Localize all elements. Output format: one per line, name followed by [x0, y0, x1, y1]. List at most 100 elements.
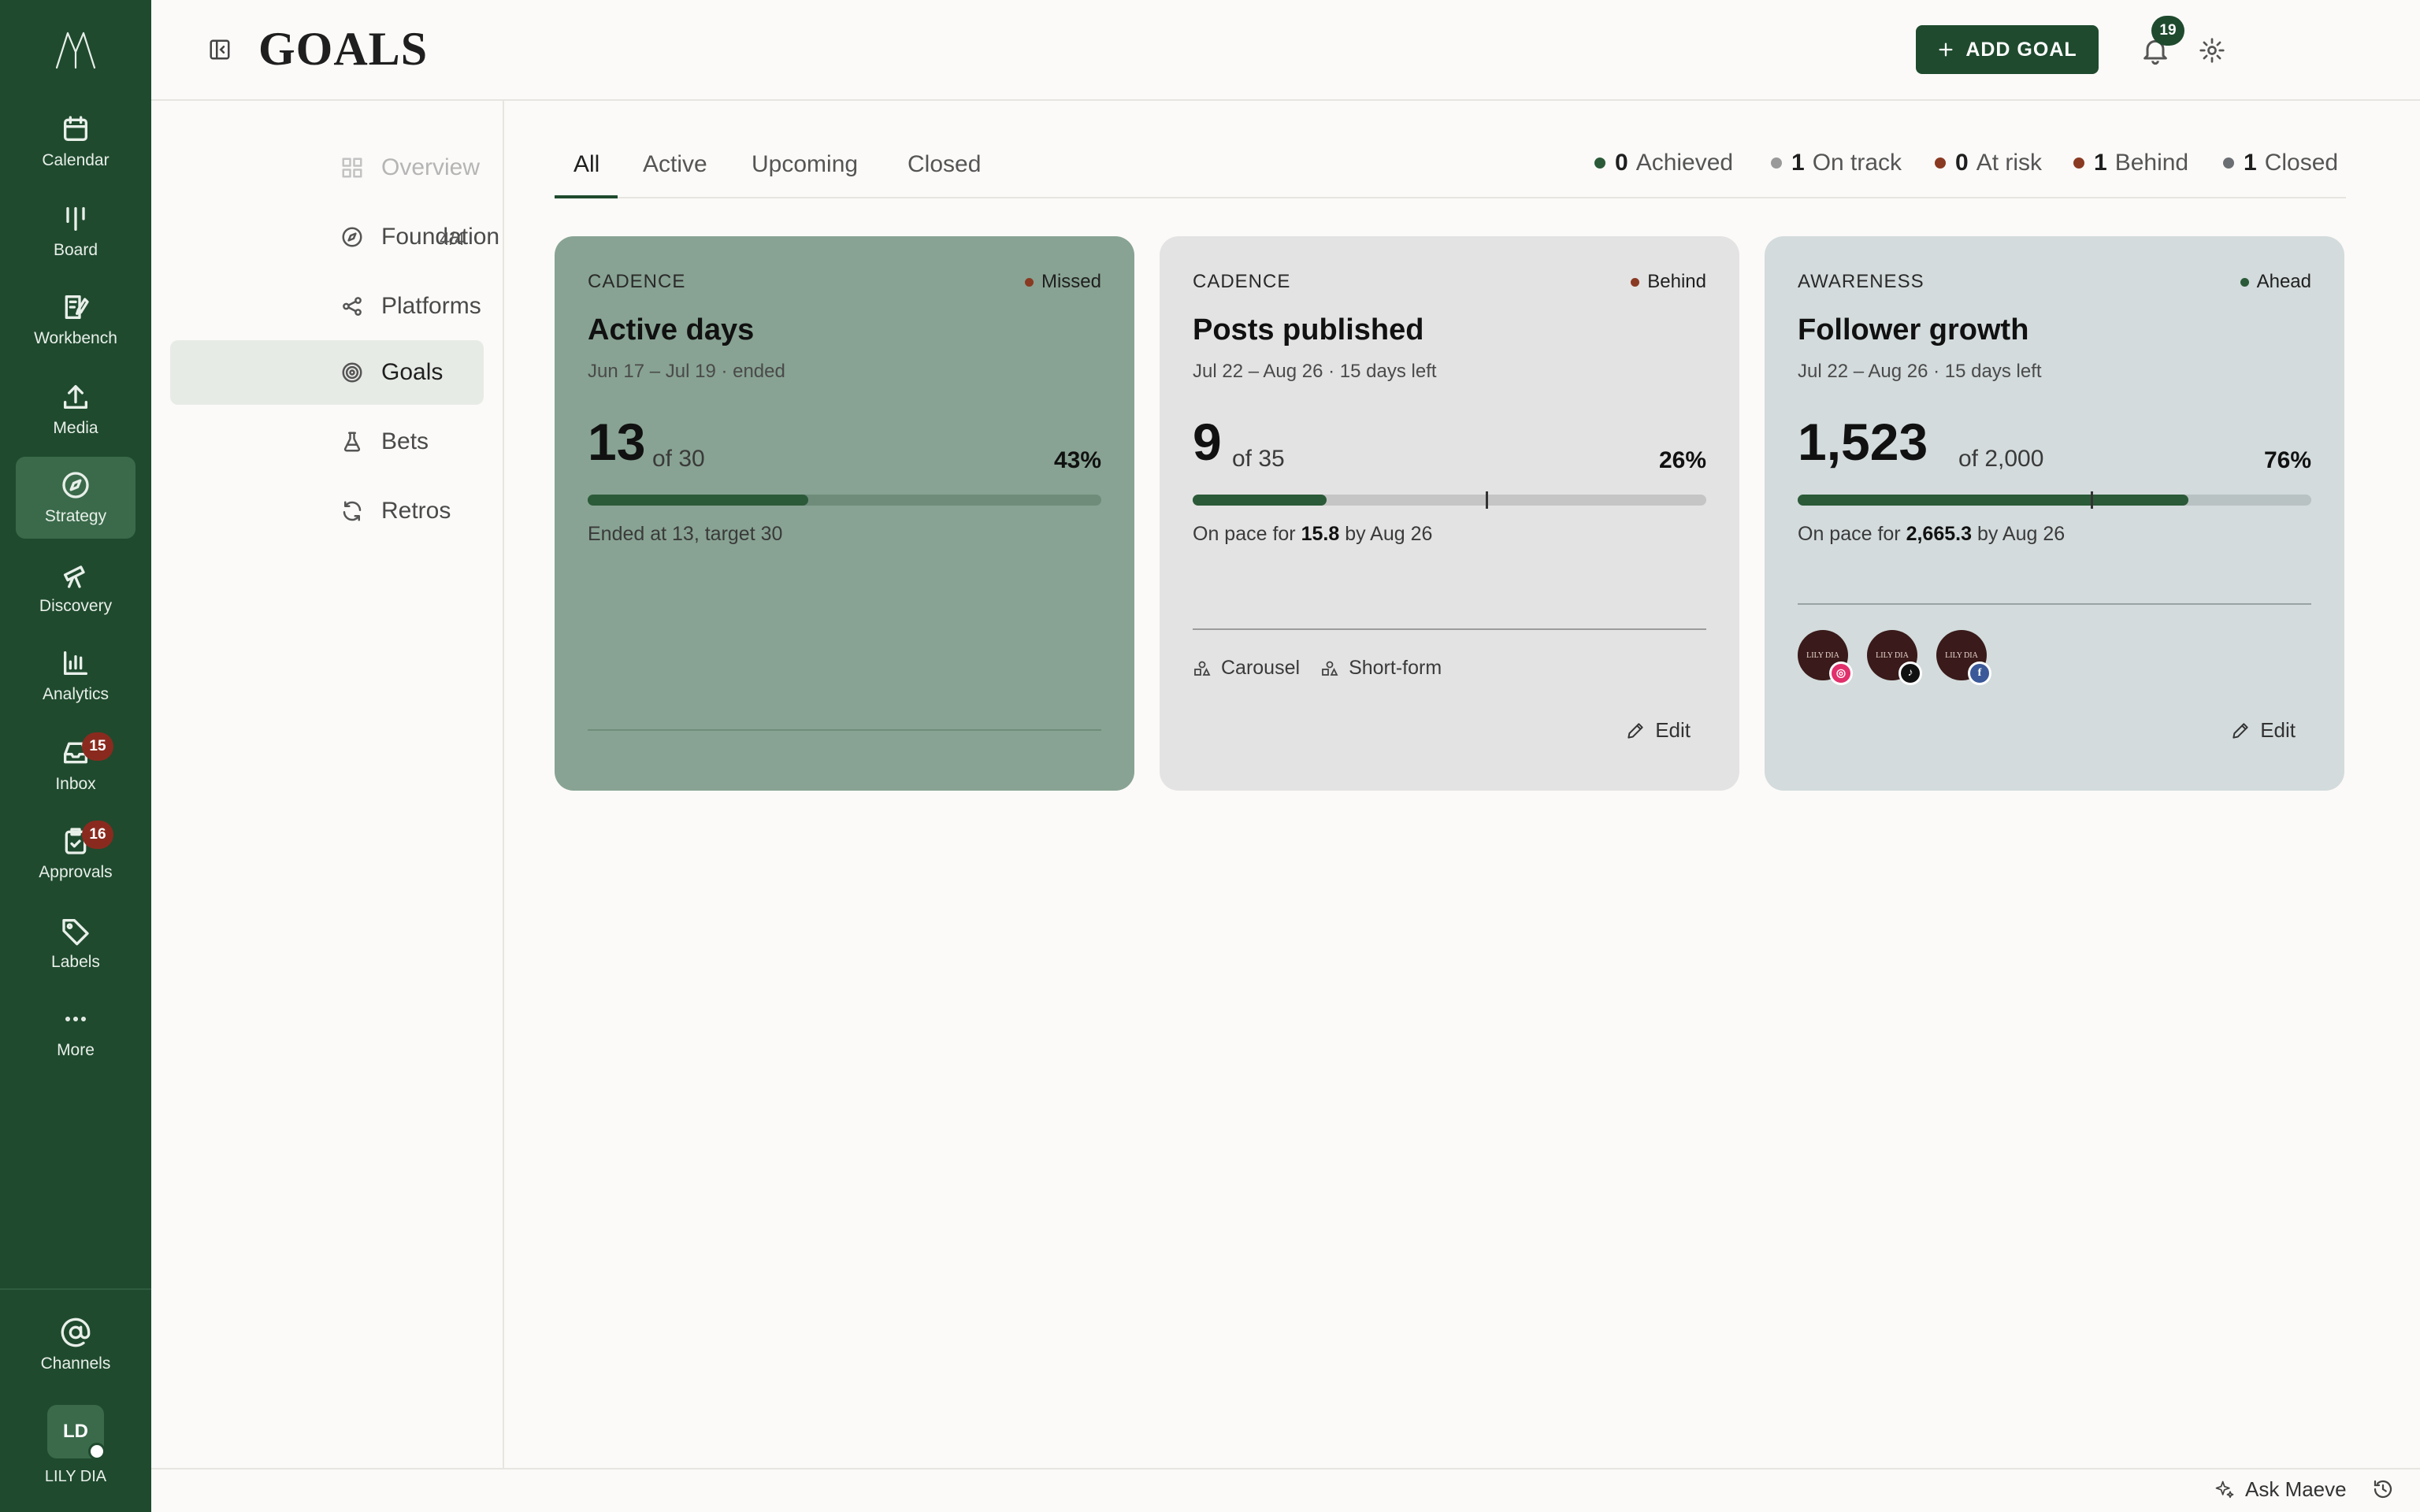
channel-avatar-facebook[interactable]: LILY DIA f	[1936, 630, 1991, 685]
edit-goal-button[interactable]: Edit	[1625, 718, 1691, 743]
rail-item-board[interactable]: Board	[16, 191, 135, 272]
rail-item-more[interactable]: More	[16, 991, 135, 1073]
shapes-icon	[1194, 661, 1211, 676]
progress-track	[588, 495, 1101, 506]
compass-icon	[62, 472, 89, 498]
rail-label: More	[57, 1041, 95, 1059]
goal-card-follower-growth[interactable]: AWARENESS Ahead Follower growth Jul 22 –…	[1765, 236, 2344, 791]
app-logo[interactable]	[0, 22, 151, 79]
pace-marker	[2090, 491, 2093, 509]
account-switch-icon	[88, 1443, 106, 1460]
goal-card-active-days[interactable]: CADENCE Missed Active days Jun 17 – Jul …	[555, 236, 1134, 791]
progress-track	[1798, 491, 2311, 509]
more-icon	[65, 1016, 87, 1021]
summary-on-track: 1 On track	[1771, 150, 1902, 176]
summary-count: 1	[1791, 150, 1805, 176]
logo-mark-icon	[55, 32, 96, 69]
edit-label: Edit	[2260, 718, 2296, 742]
active-tab-indicator	[555, 195, 618, 198]
rail-item-inbox[interactable]: Inbox 15	[16, 724, 135, 806]
user-avatar[interactable]: LD	[47, 1405, 106, 1460]
ask-maeve-button[interactable]: Ask Maeve	[2214, 1477, 2347, 1502]
subnav-item-retros[interactable]: Retros	[170, 479, 484, 543]
gear-icon[interactable]	[2198, 36, 2226, 65]
card-divider	[588, 729, 1101, 731]
status-dot	[2223, 158, 2234, 169]
status-badge: Ahead	[2240, 271, 2311, 293]
goal-target: of 30	[652, 446, 705, 472]
tab-closed[interactable]: Closed	[908, 151, 981, 197]
rail-item-labels[interactable]: Labels	[16, 902, 135, 984]
status-dot	[1631, 277, 1640, 287]
goal-target: of 35	[1232, 446, 1285, 472]
rail-item-media[interactable]: Media	[16, 369, 135, 450]
grid-icon	[340, 156, 364, 180]
rail-item-calendar[interactable]: Calendar	[16, 101, 135, 183]
primary-rail: Calendar Board Workbench Media Strategy …	[0, 0, 151, 1512]
rail-label: Analytics	[42, 685, 109, 703]
summary-behind: 1 Behind	[2073, 150, 2188, 176]
format-chip: Short-form	[1320, 657, 1442, 680]
subnav-label: Retros	[381, 498, 451, 524]
rail-label: Board	[53, 241, 98, 259]
rail-item-approvals[interactable]: Approvals 16	[16, 813, 135, 895]
summary-closed: 1 Closed	[2223, 150, 2338, 176]
rail-divider	[0, 1288, 151, 1290]
subnav-item-foundation[interactable]: Foundation 4/4	[170, 205, 499, 269]
collapse-sidebar-icon[interactable]	[208, 38, 232, 61]
status-badge: Missed	[1024, 271, 1101, 293]
channel-avatar-instagram[interactable]: LILY DIA ◎	[1798, 630, 1853, 685]
goal-note: On pace for 15.8 by Aug 26	[1193, 523, 1432, 546]
goal-current-value: 13	[588, 413, 646, 471]
channel-avatar-tiktok[interactable]: LILY DIA ♪	[1867, 630, 1922, 685]
subnav-item-bets[interactable]: Bets	[170, 410, 484, 474]
summary-label: Achieved	[1635, 150, 1734, 176]
add-goal-label: ADD GOAL	[1965, 38, 2077, 61]
tab-all[interactable]: All	[573, 151, 599, 197]
status-dot	[1024, 277, 1034, 287]
subnav-item-overview[interactable]: Overview	[170, 135, 484, 200]
edit-label: Edit	[1655, 718, 1691, 742]
add-goal-button[interactable]: ADD GOAL	[1916, 25, 2099, 74]
rail-item-strategy[interactable]: Strategy	[16, 457, 135, 539]
goal-target: of 2,000	[1958, 446, 2044, 472]
rail-label: Workbench	[34, 329, 117, 347]
strategy-subnav: Overview Foundation 4/4 Platforms Goals …	[151, 101, 504, 1468]
subnav-label: Platforms	[381, 293, 481, 319]
rail-item-channels[interactable]: Channels	[16, 1304, 135, 1386]
pencil-icon	[2233, 722, 2248, 739]
summary-label: At risk	[1976, 150, 2043, 176]
goal-current-value: 9	[1193, 413, 1222, 471]
instagram-icon: ◎	[1829, 662, 1853, 685]
rail-item-analytics[interactable]: Analytics	[16, 635, 135, 717]
approvals-count-badge: 16	[82, 821, 113, 849]
progress-fill	[1193, 495, 1327, 506]
note-prefix: On pace for	[1798, 523, 1906, 545]
tab-upcoming[interactable]: Upcoming	[752, 151, 858, 197]
status-label: Ahead	[2256, 271, 2311, 292]
rail-item-discovery[interactable]: Discovery	[16, 547, 135, 628]
goal-dates: Jul 22 – Aug 26 · 15 days left	[1798, 361, 2042, 382]
rail-label: Discovery	[39, 597, 113, 615]
subnav-item-platforms[interactable]: Platforms	[170, 274, 484, 339]
goal-category: AWARENESS	[1798, 271, 1924, 292]
goal-title: Follower growth	[1798, 313, 2029, 346]
tab-active[interactable]: Active	[643, 151, 707, 197]
summary-label: On track	[1812, 150, 1902, 176]
note-suffix: by Aug 26	[1972, 523, 2066, 545]
subnav-label: Goals	[381, 359, 444, 385]
edit-goal-button[interactable]: Edit	[2230, 718, 2296, 743]
history-icon[interactable]	[2371, 1477, 2395, 1501]
flask-icon	[340, 430, 364, 454]
channel-avatars: LILY DIA ◎ LILY DIA ♪ LILY DIA f	[1798, 630, 1991, 685]
rail-label: Strategy	[44, 507, 107, 525]
summary-count: 1	[2094, 150, 2107, 176]
tiktok-icon: ♪	[1899, 662, 1922, 685]
tabs-divider	[555, 197, 2346, 198]
goal-card-posts-published[interactable]: CADENCE Behind Posts published Jul 22 – …	[1160, 236, 1739, 791]
goal-percent: 76%	[2263, 447, 2311, 473]
rail-label: Channels	[40, 1354, 111, 1373]
rail-item-workbench[interactable]: Workbench	[16, 279, 135, 361]
subnav-item-goals[interactable]: Goals	[170, 340, 484, 405]
note-prefix: On pace for	[1193, 523, 1301, 545]
